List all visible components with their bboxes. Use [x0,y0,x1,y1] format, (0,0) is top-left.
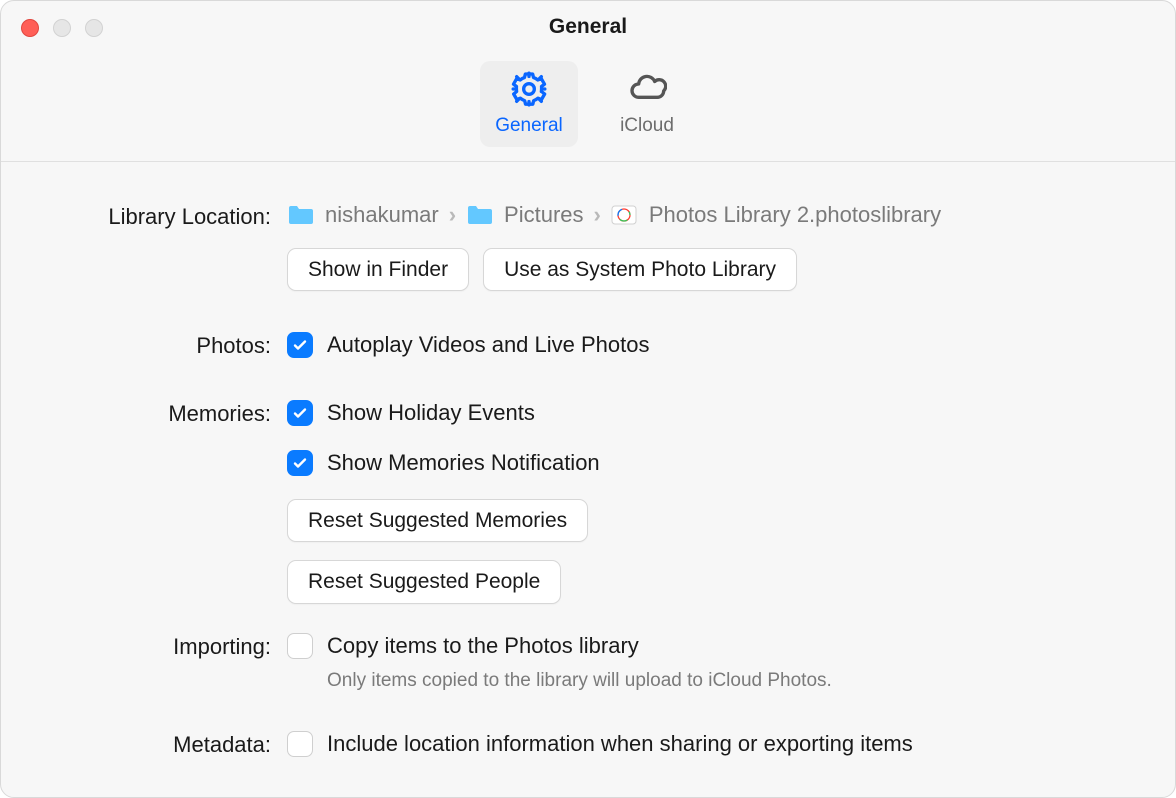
reset-suggested-people-button[interactable]: Reset Suggested People [287,560,561,603]
label-photos: Photos: [51,329,271,359]
checkbox-include-location[interactable] [287,731,313,757]
label-metadata: Metadata: [51,728,271,758]
checkbox-copy-items-label: Copy items to the Photos library [327,633,639,659]
checkbox-autoplay[interactable] [287,332,313,358]
gear-icon [509,69,549,109]
tab-icloud[interactable]: iCloud [598,61,696,147]
reset-suggested-memories-button[interactable]: Reset Suggested Memories [287,499,588,542]
content-area: Library Location: nishakumar › Pictures … [1,162,1175,797]
tab-general-label: General [495,115,563,137]
window-title: General [549,15,627,39]
row-metadata: Metadata: Include location information w… [51,728,1125,760]
breadcrumb-seg-3: Photos Library 2.photoslibrary [649,202,941,228]
toolbar: General iCloud [1,53,1175,162]
label-importing: Importing: [51,630,271,660]
label-memories: Memories: [51,397,271,427]
folder-icon [466,204,494,226]
checkbox-copy-items[interactable] [287,633,313,659]
row-importing: Importing: Copy items to the Photos libr… [51,630,1125,692]
checkbox-holiday-events-label: Show Holiday Events [327,400,535,426]
show-in-finder-button[interactable]: Show in Finder [287,248,469,291]
chevron-right-icon: › [449,202,456,228]
row-photos: Photos: Autoplay Videos and Live Photos [51,329,1125,361]
checkbox-holiday-events[interactable] [287,400,313,426]
zoom-window-button[interactable] [85,19,103,37]
row-memories: Memories: Show Holiday Events Show Memor… [51,397,1125,619]
copy-items-hint: Only items copied to the library will up… [327,670,1125,692]
close-window-button[interactable] [21,19,39,37]
library-path-breadcrumb: nishakumar › Pictures › Photos Library 2… [287,200,1125,230]
use-system-library-button[interactable]: Use as System Photo Library [483,248,797,291]
checkbox-memories-notification-label: Show Memories Notification [327,450,600,476]
preferences-window: General General iCloud Librar [0,0,1176,798]
checkbox-autoplay-label: Autoplay Videos and Live Photos [327,332,650,358]
breadcrumb-seg-1: nishakumar [325,202,439,228]
titlebar: General [1,1,1175,53]
photos-library-icon [611,204,639,226]
window-controls [21,19,103,37]
folder-icon [287,204,315,226]
chevron-right-icon: › [594,202,601,228]
checkbox-memories-notification[interactable] [287,450,313,476]
label-library-location: Library Location: [51,200,271,230]
minimize-window-button[interactable] [53,19,71,37]
checkbox-include-location-label: Include location information when sharin… [327,731,913,757]
tab-general[interactable]: General [480,61,578,147]
cloud-icon [627,69,667,109]
row-library-location: Library Location: nishakumar › Pictures … [51,200,1125,319]
breadcrumb-seg-2: Pictures [504,202,583,228]
tab-icloud-label: iCloud [620,115,674,137]
